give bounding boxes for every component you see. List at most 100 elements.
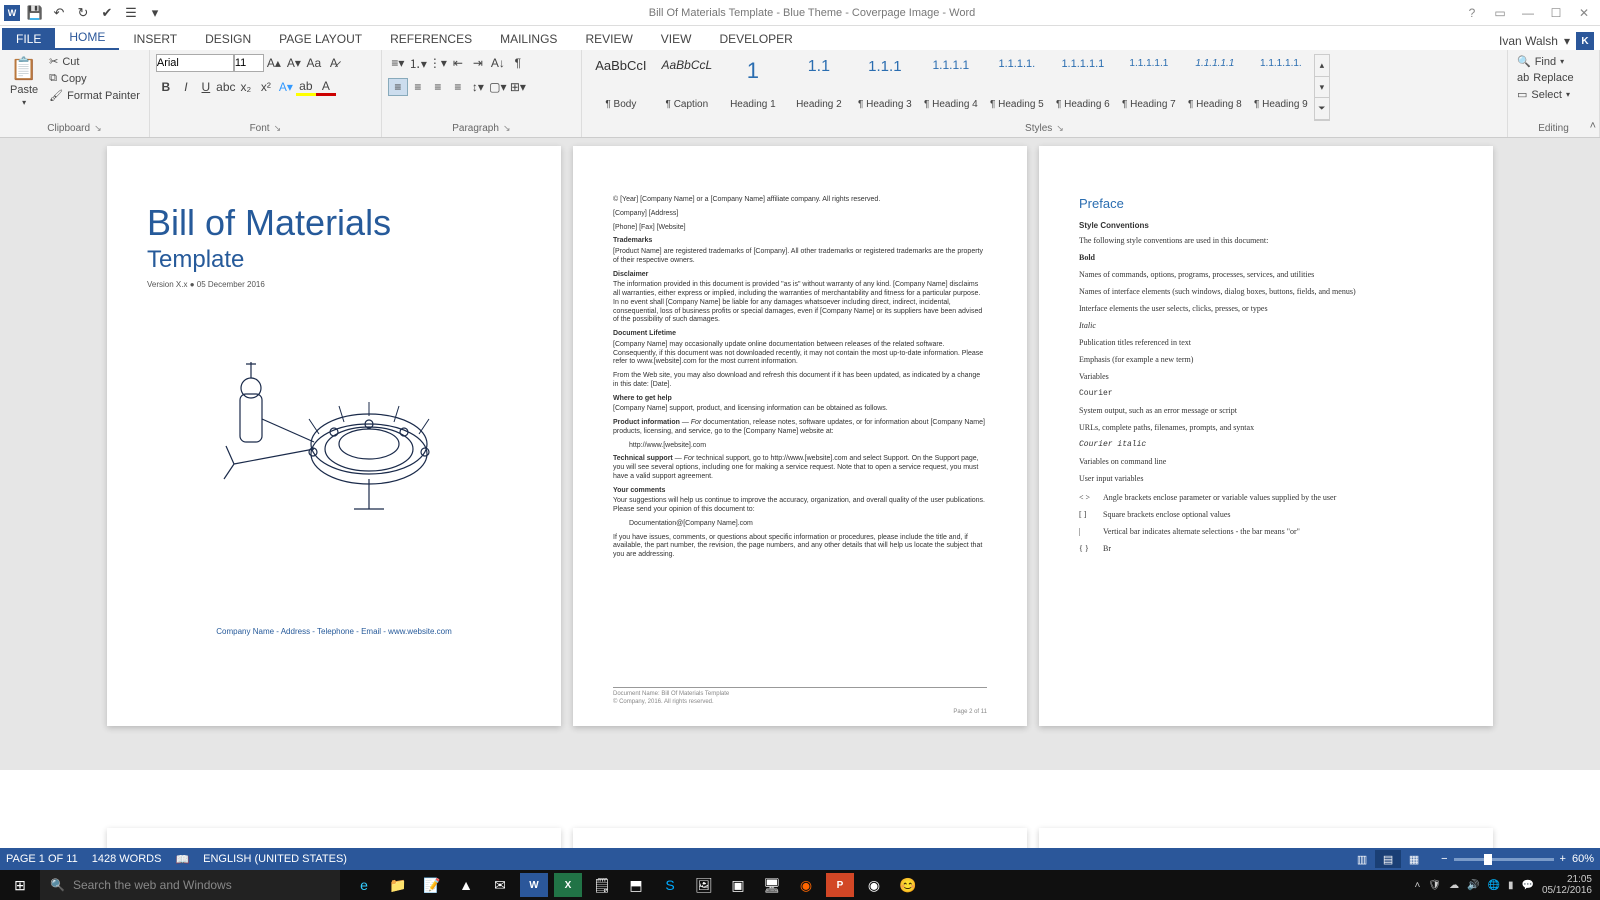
maximize-icon[interactable]: ☐	[1544, 3, 1568, 23]
shrink-font-icon[interactable]: A▾	[284, 54, 304, 72]
style-item[interactable]: 1.1.1.1¶ Heading 4	[918, 54, 984, 114]
taskbar-clock[interactable]: 21:05 05/12/2016	[1542, 874, 1592, 896]
style-item[interactable]: AaBbCcL¶ Caption	[654, 54, 720, 114]
tab-developer[interactable]: DEVELOPER	[705, 28, 806, 50]
find-button[interactable]: 🔍Find▾	[1514, 54, 1577, 69]
tab-review[interactable]: REVIEW	[571, 28, 646, 50]
print-layout-icon[interactable]: ▤	[1375, 850, 1401, 868]
multilevel-list-icon[interactable]: ⋮▾	[428, 54, 448, 72]
paragraph-launcher-icon[interactable]: ↘	[503, 123, 511, 134]
styles-launcher-icon[interactable]: ↘	[1056, 123, 1064, 134]
superscript-button[interactable]: x²	[256, 78, 276, 96]
tray-chevron-icon[interactable]: ˄	[1415, 880, 1421, 891]
tab-references[interactable]: REFERENCES	[376, 28, 486, 50]
justify-icon[interactable]: ≡	[448, 78, 468, 96]
styles-down-icon[interactable]: ▾	[1315, 77, 1329, 99]
collapse-ribbon-icon[interactable]: ˄	[1590, 120, 1596, 132]
style-item[interactable]: 1.1.1.1.1¶ Heading 6	[1050, 54, 1116, 114]
zoom-slider[interactable]	[1454, 858, 1554, 861]
align-right-icon[interactable]: ≡	[428, 78, 448, 96]
skype-icon[interactable]: S	[656, 873, 684, 897]
style-item[interactable]: 1.1.1¶ Heading 3	[852, 54, 918, 114]
help-icon[interactable]: ?	[1460, 3, 1484, 23]
cut-button[interactable]: ✂Cut	[46, 54, 143, 69]
app-icon[interactable]: ⬒	[622, 873, 650, 897]
redo-icon[interactable]: ↻	[74, 4, 92, 22]
tab-insert[interactable]: INSERT	[119, 28, 191, 50]
styles-more-icon[interactable]: ⏷	[1315, 98, 1329, 120]
styles-up-icon[interactable]: ▴	[1315, 55, 1329, 77]
decrease-indent-icon[interactable]: ⇤	[448, 54, 468, 72]
style-item[interactable]: 1Heading 1	[720, 54, 786, 114]
read-mode-icon[interactable]: ▥	[1349, 850, 1375, 868]
copy-button[interactable]: ⧉Copy	[46, 71, 143, 86]
borders-icon[interactable]: ⊞▾	[508, 78, 528, 96]
font-launcher-icon[interactable]: ↘	[274, 123, 282, 134]
highlight-icon[interactable]: ab	[296, 78, 316, 96]
app-icon[interactable]: 😊	[894, 873, 922, 897]
tab-mailings[interactable]: MAILINGS	[486, 28, 571, 50]
numbering-icon[interactable]: ⒈▾	[408, 54, 428, 72]
app-icon[interactable]: 🖥	[758, 873, 786, 897]
style-item[interactable]: 1.1.1.1.1.¶ Heading 9	[1248, 54, 1314, 114]
paste-button[interactable]: 📋 Paste ▾	[6, 54, 42, 109]
replace-button[interactable]: abReplace	[1514, 71, 1577, 85]
increase-indent-icon[interactable]: ⇥	[468, 54, 488, 72]
app-icon[interactable]: 🖼	[690, 873, 718, 897]
gitkraken-icon[interactable]: ◉	[792, 873, 820, 897]
undo-icon[interactable]: ↶	[50, 4, 68, 22]
word-taskbar-icon[interactable]: W	[520, 873, 548, 897]
status-proofing-icon[interactable]: 📖	[175, 853, 189, 866]
change-case-icon[interactable]: Aa	[304, 54, 324, 72]
zoom-level[interactable]: 60%	[1572, 853, 1594, 865]
font-name-input[interactable]	[156, 54, 234, 72]
format-painter-button[interactable]: 🖌Format Painter	[46, 88, 143, 103]
font-color-icon[interactable]: A	[316, 78, 336, 96]
ribbon-display-icon[interactable]: ▭	[1488, 3, 1512, 23]
status-page[interactable]: PAGE 1 OF 11	[6, 853, 78, 865]
style-item[interactable]: AaBbCcI¶ Body	[588, 54, 654, 114]
tab-view[interactable]: VIEW	[647, 28, 706, 50]
tray-volume-icon[interactable]: 🔊	[1467, 880, 1479, 891]
tab-design[interactable]: DESIGN	[191, 28, 265, 50]
text-effects-icon[interactable]: A▾	[276, 78, 296, 96]
bullets-icon[interactable]: ≡▾	[388, 54, 408, 72]
show-marks-icon[interactable]: ¶	[508, 54, 528, 72]
style-item[interactable]: 1.1Heading 2	[786, 54, 852, 114]
drive-icon[interactable]: ▲	[452, 873, 480, 897]
zoom-in-icon[interactable]: +	[1560, 853, 1566, 865]
notepad-icon[interactable]: 📝	[418, 873, 446, 897]
tab-file[interactable]: FILE	[2, 28, 55, 50]
sticky-notes-icon[interactable]: 🗒	[588, 873, 616, 897]
chrome-icon[interactable]: ◉	[860, 873, 888, 897]
zoom-out-icon[interactable]: −	[1441, 853, 1447, 865]
edge-icon[interactable]: e	[350, 873, 378, 897]
shading-icon[interactable]: ▢▾	[488, 78, 508, 96]
app-icon[interactable]: ▣	[724, 873, 752, 897]
close-icon[interactable]: ✕	[1572, 3, 1596, 23]
powerpoint-icon[interactable]: P	[826, 873, 854, 897]
qat-dropdown-icon[interactable]: ▾	[146, 4, 164, 22]
italic-button[interactable]: I	[176, 78, 196, 96]
file-explorer-icon[interactable]: 📁	[384, 873, 412, 897]
account-menu[interactable]: Ivan Walsh▾ K	[1499, 32, 1600, 50]
sort-icon[interactable]: A↓	[488, 54, 508, 72]
tab-page-layout[interactable]: PAGE LAYOUT	[265, 28, 376, 50]
minimize-icon[interactable]: —	[1516, 3, 1540, 23]
underline-button[interactable]: U	[196, 78, 216, 96]
style-item[interactable]: 1.1.1.1.1¶ Heading 7	[1116, 54, 1182, 114]
strikethrough-button[interactable]: abc	[216, 78, 236, 96]
subscript-button[interactable]: x₂	[236, 78, 256, 96]
spellcheck-icon[interactable]: ✔	[98, 4, 116, 22]
status-words[interactable]: 1428 WORDS	[92, 853, 162, 865]
start-button[interactable]: ⊞	[0, 870, 40, 900]
excel-taskbar-icon[interactable]: X	[554, 873, 582, 897]
bold-button[interactable]: B	[156, 78, 176, 96]
touch-mode-icon[interactable]: ☰	[122, 4, 140, 22]
status-language[interactable]: ENGLISH (UNITED STATES)	[203, 853, 347, 865]
mail-icon[interactable]: ✉	[486, 873, 514, 897]
tab-home[interactable]: HOME	[55, 26, 119, 50]
style-item[interactable]: 1.1.1.1.¶ Heading 5	[984, 54, 1050, 114]
tray-onedrive-icon[interactable]: ☁	[1449, 880, 1459, 891]
align-center-icon[interactable]: ≡	[408, 78, 428, 96]
